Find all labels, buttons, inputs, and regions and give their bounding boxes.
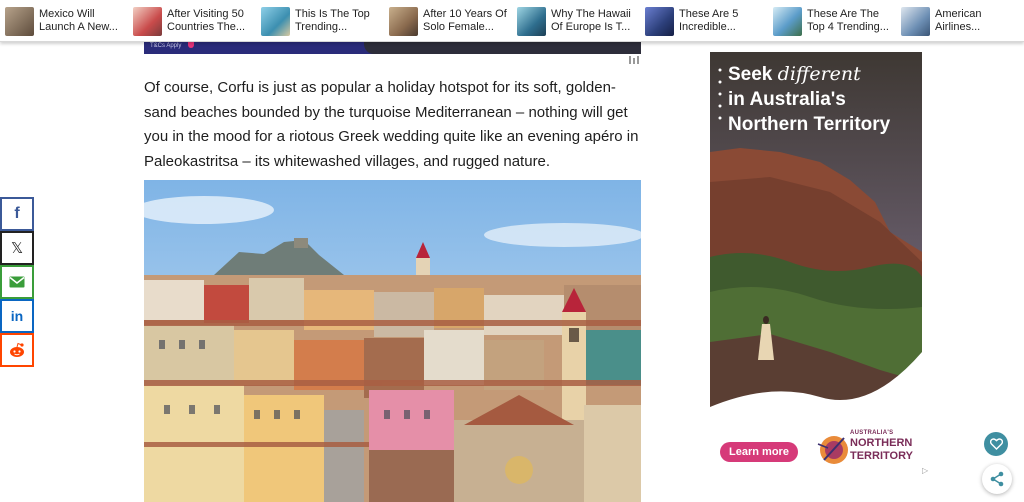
trending-thumbnail [261,6,290,36]
trending-title: After Visiting 50 Countries The... [167,8,246,33]
ad-brand-line1: NORTHERN [850,437,913,449]
trending-title: After 10 Years Of Solo Female... [423,8,507,33]
ad-accent-shape [188,42,194,48]
adchoices-icon[interactable] [628,55,640,67]
trending-item-2[interactable]: After Visiting 50 Countries The... [133,5,257,37]
ad-headline-line3: Northern Territory [728,114,891,135]
share-reddit-button[interactable] [0,333,34,367]
ad-headline-seek: Seek [728,64,778,85]
ad-terms-label: T&Cs Apply [150,43,182,49]
trending-title: Mexico Will Launch A New... [39,8,118,33]
trending-item-3[interactable]: This Is The Top Trending... [261,5,385,37]
ad-brand-prefix: AUSTRALIA'S [850,430,894,436]
ad-headline-different: different [777,63,861,85]
trending-bar: Mexico Will Launch A New... After Visiti… [0,0,1024,42]
trending-item-4[interactable]: After 10 Years Of Solo Female... [389,5,513,37]
save-favorite-button[interactable] [984,432,1008,456]
trending-item-1[interactable]: Mexico Will Launch A New... [5,5,129,37]
share-email-button[interactable] [0,265,34,299]
trending-thumbnail [5,6,34,36]
share-facebook-button[interactable]: f [0,197,34,231]
trending-title: These Are The Top 4 Trending... [807,8,889,33]
reddit-icon [10,342,24,357]
trending-thumbnail [517,6,546,36]
share-x-button[interactable]: 𝕏 [0,231,34,265]
ad-brand-line2: TERRITORY [850,450,913,462]
ad-dark-panel [364,42,641,54]
trending-title: American Airlines... [935,8,982,33]
trending-title: These Are 5 Incredible... [679,8,739,33]
top-ad-banner[interactable]: T&Cs Apply [144,42,641,54]
ad-dot-decoration [718,66,722,131]
heart-icon [989,438,1003,450]
share-icon [990,471,1004,487]
trending-thumbnail [389,6,418,36]
ad-headline-line2: in Australia's [728,89,846,110]
adchoices-icon[interactable]: ▷ [922,466,928,475]
trending-item-6[interactable]: These Are 5 Incredible... [645,5,769,37]
ad-headline: Seek different in Australia's Northern T… [728,62,890,137]
trending-thumbnail [645,6,674,36]
trending-item-7[interactable]: These Are The Top 4 Trending... [773,5,897,37]
trending-thumbnail [133,6,162,36]
trending-title: Why The Hawaii Of Europe Is T... [551,8,631,33]
article-paragraph: Of course, Corfu is just as popular a ho… [144,79,639,170]
facebook-icon: f [14,205,20,222]
share-linkedin-button[interactable]: in [0,299,34,333]
email-icon [9,276,25,288]
linkedin-icon: in [10,308,24,324]
learn-more-button[interactable]: Learn more [720,442,798,462]
trending-item-8[interactable]: American Airlines... [901,5,1019,37]
trending-item-5[interactable]: Why The Hawaii Of Europe Is T... [517,5,641,37]
northern-territory-ad[interactable]: Seek different in Australia's Northern T… [710,52,922,476]
trending-thumbnail [773,6,802,36]
share-floating-button[interactable] [982,464,1012,494]
trending-thumbnail [901,6,930,36]
corfu-town-photo [144,180,641,502]
trending-title: This Is The Top Trending... [295,8,370,33]
x-icon: 𝕏 [10,240,24,257]
